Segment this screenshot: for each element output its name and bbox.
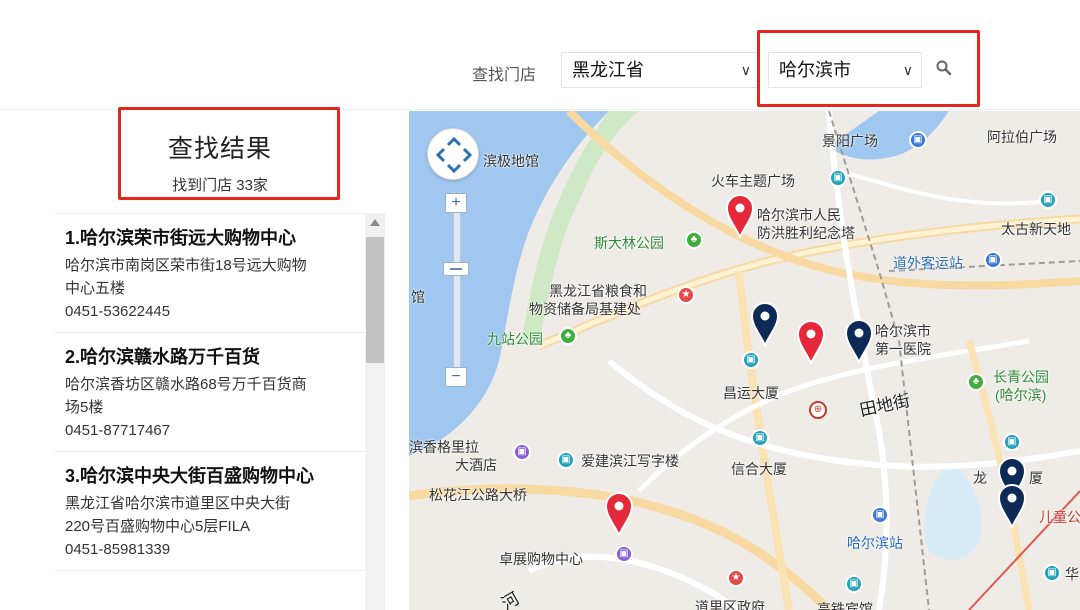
results-count: 找到门店 33家 bbox=[172, 177, 268, 194]
store-address: 中心五楼 bbox=[65, 280, 126, 297]
map-label: 防洪胜利纪念塔 bbox=[757, 225, 855, 241]
zoom-slider-track[interactable] bbox=[453, 211, 461, 376]
province-value: 黑龙江省 bbox=[572, 60, 644, 80]
building-icon: ▣ bbox=[742, 351, 760, 369]
building-icon: ▣ bbox=[1039, 191, 1057, 209]
store-list: 1.哈尔滨荣市街远大购物中心 哈尔滨市南岗区荣市街18号远大购物 中心五楼 04… bbox=[55, 213, 365, 610]
map-label: 物资储备局基建处 bbox=[529, 301, 641, 317]
building-icon: ▣ bbox=[829, 169, 847, 187]
results-title: 查找结果 bbox=[167, 135, 272, 163]
map-label: 九站公园 bbox=[487, 331, 543, 347]
map-label: 太古新天地 bbox=[1001, 221, 1071, 237]
map-label: 黑龙江省粮食和 bbox=[549, 283, 647, 299]
building-icon: ▣ bbox=[1043, 564, 1061, 582]
building-icon: ▣ bbox=[557, 451, 575, 469]
map-label: 哈尔滨市 bbox=[875, 323, 931, 339]
store-address: 场5楼 bbox=[65, 399, 104, 416]
map-label: 松花江公路大桥 bbox=[429, 487, 527, 503]
store-pin-navy[interactable] bbox=[843, 318, 875, 364]
store-pin-navy[interactable] bbox=[749, 301, 781, 347]
map-label: 厦 bbox=[1029, 470, 1043, 486]
map-label: 道外客运站 bbox=[893, 255, 963, 271]
map-label: 长青公园 bbox=[993, 369, 1049, 385]
scroll-up-arrow-icon[interactable] bbox=[370, 219, 380, 226]
map-label: 儿童公 bbox=[1039, 509, 1080, 525]
city-value: 哈尔滨市 bbox=[779, 60, 851, 80]
map-label: 景阳广场 bbox=[822, 133, 878, 149]
zoom-slider-handle[interactable] bbox=[443, 262, 469, 276]
train-station-icon: ▣ bbox=[871, 506, 889, 524]
map-label: 信合大厦 bbox=[731, 461, 787, 477]
list-scrollbar[interactable] bbox=[365, 213, 385, 610]
store-name: 3.哈尔滨中央大街百盛购物中心 bbox=[65, 466, 315, 486]
building-icon: ▣ bbox=[751, 429, 769, 447]
building-icon: ▣ bbox=[845, 575, 863, 593]
building-icon: ▣ bbox=[909, 131, 927, 149]
store-phone: 0451-87717467 bbox=[65, 422, 171, 439]
store-address: 220号百盛购物中心5层FILA bbox=[65, 518, 251, 535]
pan-arrows-icon bbox=[435, 136, 473, 174]
shopping-icon: ▣ bbox=[615, 545, 633, 563]
park-icon: ♣ bbox=[559, 327, 577, 345]
store-name: 1.哈尔滨荣市街远大购物中心 bbox=[65, 228, 297, 248]
store-address: 黑龙江省哈尔滨市道里区中央大街 bbox=[65, 495, 291, 512]
pan-control[interactable] bbox=[427, 128, 479, 180]
store-phone: 0451-53622445 bbox=[65, 303, 171, 320]
map-label: (哈尔滨) bbox=[995, 387, 1047, 403]
results-panel: 查找结果 找到门店 33家 1.哈尔滨荣市街远大购物中心 哈尔滨市南岗区荣市街1… bbox=[55, 107, 385, 610]
map-label: 道里区政府 bbox=[695, 599, 765, 610]
zoom-out-button[interactable]: − bbox=[445, 367, 467, 387]
map-label: 华 bbox=[1065, 566, 1079, 582]
map[interactable]: 景阳广场 ▣ 阿拉伯广场 滨极地馆 火车主题广场 ▣ 哈尔滨市人民 防洪胜利纪念… bbox=[409, 111, 1080, 610]
list-item[interactable]: 1.哈尔滨荣市街远大购物中心 哈尔滨市南岗区荣市街18号远大购物 中心五楼 04… bbox=[55, 214, 365, 333]
building-icon: ▣ bbox=[1003, 433, 1021, 451]
map-label: 火车主题广场 bbox=[711, 173, 795, 189]
hotel-icon: ▣ bbox=[513, 443, 531, 461]
government-icon: ★ bbox=[677, 286, 695, 304]
search-bar: 查找门店 黑龙江省 ∨ 哈尔滨市 ∨ bbox=[0, 0, 1080, 110]
list-item[interactable]: 2.哈尔滨赣水路万千百货 哈尔滨香坊区赣水路68号万千百货商 场5楼 0451-… bbox=[55, 333, 365, 452]
scroll-thumb[interactable] bbox=[366, 237, 384, 363]
store-phone: 0451-85981339 bbox=[65, 541, 171, 558]
map-label: 馆 bbox=[411, 289, 425, 305]
store-pin-navy[interactable] bbox=[996, 483, 1028, 529]
province-select[interactable]: 黑龙江省 ∨ bbox=[561, 52, 760, 88]
map-label: 大酒店 bbox=[455, 457, 497, 473]
park-icon: ♣ bbox=[967, 373, 985, 391]
list-item[interactable]: 3.哈尔滨中央大街百盛购物中心 黑龙江省哈尔滨市道里区中央大街 220号百盛购物… bbox=[55, 452, 365, 571]
map-label: 爱建滨江写字楼 bbox=[581, 453, 679, 469]
chevron-down-icon: ∨ bbox=[740, 62, 751, 78]
map-label: 阿拉伯广场 bbox=[987, 129, 1057, 145]
map-label: 卓展购物中心 bbox=[499, 551, 583, 567]
map-label: 龙 bbox=[973, 470, 987, 486]
store-name: 2.哈尔滨赣水路万千百货 bbox=[65, 347, 261, 367]
map-label: 第一医院 bbox=[875, 341, 931, 357]
map-label: 高铁宾馆 bbox=[817, 601, 873, 610]
map-label: 哈尔滨站 bbox=[847, 535, 903, 551]
metro-icon: ⊕ bbox=[809, 401, 827, 419]
search-icon[interactable] bbox=[934, 58, 956, 80]
store-pin-red[interactable] bbox=[603, 491, 635, 537]
map-label: 滨香格里拉 bbox=[409, 439, 479, 455]
map-label: 滨极地馆 bbox=[483, 153, 539, 169]
store-pin-red[interactable] bbox=[795, 319, 827, 365]
store-address: 哈尔滨市南岗区荣市街18号远大购物 bbox=[65, 257, 307, 274]
city-select[interactable]: 哈尔滨市 ∨ bbox=[768, 52, 922, 88]
find-store-label: 查找门店 bbox=[472, 67, 537, 84]
map-label: 昌运大厦 bbox=[723, 385, 779, 401]
chevron-down-icon: ∨ bbox=[902, 62, 913, 78]
map-label: 哈尔滨市人民 bbox=[757, 207, 841, 223]
store-pin-red[interactable] bbox=[724, 193, 756, 239]
park-icon: ♣ bbox=[685, 231, 703, 249]
government-icon: ★ bbox=[727, 569, 745, 587]
map-label: 斯大林公园 bbox=[594, 235, 664, 251]
zoom-in-button[interactable]: + bbox=[445, 193, 467, 213]
store-address: 哈尔滨香坊区赣水路68号万千百货商 bbox=[65, 376, 307, 393]
bus-station-icon: ▣ bbox=[984, 251, 1002, 269]
